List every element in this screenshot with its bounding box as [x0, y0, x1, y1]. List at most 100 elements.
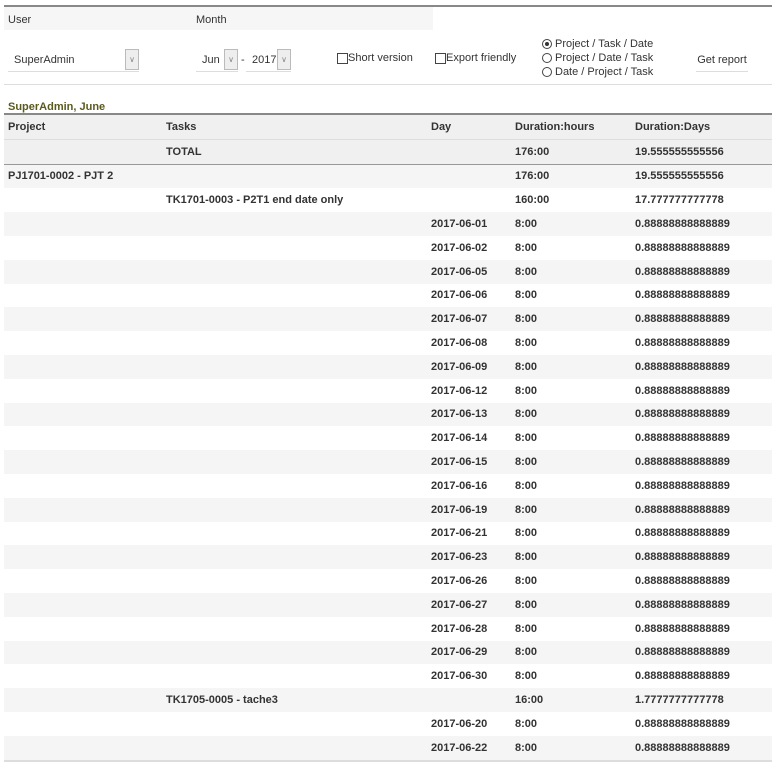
table-row: 2017-06-26 8:00 0.88888888888889 [4, 569, 772, 593]
total-label: TOTAL [162, 138, 427, 165]
short-version-label: Short version [348, 52, 413, 64]
radio-icon [542, 53, 552, 63]
cell-hours: 8:00 [511, 354, 631, 379]
radio-label: Project / Date / Task [555, 52, 654, 64]
cell-hours: 160:00 [515, 194, 550, 207]
cell-task [162, 402, 427, 427]
cell-hours: 8:00 [511, 450, 631, 474]
cell-hours: 176:00 [511, 164, 631, 189]
table-row: 2017-06-08 8:00 0.88888888888889 [4, 331, 772, 355]
short-version-checkbox[interactable]: Short version [337, 52, 413, 64]
radio-project-task-date[interactable]: Project / Task / Date [542, 37, 653, 51]
cell-task [162, 259, 427, 284]
cell-day: 2017-06-05 [427, 259, 511, 284]
cell-hours: 8:00 [511, 307, 631, 332]
cell-project [4, 640, 162, 665]
get-report-button[interactable]: Get report [696, 49, 748, 72]
table-row: 2017-06-20 8:00 0.88888888888889 [4, 712, 772, 736]
cell-task [162, 474, 427, 498]
cell-day: 2017-06-16 [431, 479, 488, 492]
cell-task [162, 640, 427, 665]
total-row: TOTAL 176:00 19.555555555556 [4, 138, 772, 165]
cell-task [162, 522, 427, 546]
table-row: 2017-06-16 8:00 0.88888888888889 [4, 474, 772, 498]
month-select[interactable]: Jun ∨ [196, 49, 238, 72]
cell-project [4, 545, 162, 570]
table-row: 2017-06-30 8:00 0.88888888888889 [4, 664, 772, 688]
radio-icon [542, 67, 552, 77]
radio-checked-icon [542, 39, 552, 49]
cell-task: TK1705-0005 - tache3 [162, 688, 427, 712]
cell-hours: 8:00 [515, 575, 538, 588]
cell-hours: 8:00 [515, 622, 538, 635]
cell-hours: 8:00 [515, 717, 538, 730]
cell-day: 2017-06-02 [431, 241, 488, 254]
cell-project [4, 474, 162, 498]
cell-day: 2017-06-13 [427, 402, 511, 427]
cell-project [4, 236, 162, 260]
cell-task [162, 284, 427, 308]
cell-days: 0.88888888888889 [635, 717, 730, 730]
table-row: 2017-06-21 8:00 0.88888888888889 [4, 522, 772, 546]
cell-hours: 8:00 [515, 670, 538, 683]
cell-task [162, 212, 427, 236]
cell-days: 0.88888888888889 [635, 241, 730, 254]
cell-project [4, 259, 162, 284]
table-row: 2017-06-14 8:00 0.88888888888889 [4, 426, 772, 450]
cell-task [162, 354, 427, 379]
cell-task: TK1701-0003 - P2T1 end date only [166, 194, 344, 207]
cell-hours: 16:00 [511, 688, 631, 712]
table-row: 2017-06-09 8:00 0.88888888888889 [4, 354, 772, 379]
chevron-down-icon: ∨ [277, 49, 291, 70]
cell-days: 0.88888888888889 [635, 337, 730, 350]
cell-day: 2017-06-14 [431, 432, 488, 445]
cell-day: 2017-06-08 [431, 337, 488, 350]
cell-day: 2017-06-28 [431, 622, 488, 635]
radio-project-date-task[interactable]: Project / Date / Task [542, 51, 653, 65]
table-row: 2017-06-27 8:00 0.88888888888889 [4, 592, 772, 617]
cell-task [162, 379, 427, 403]
export-friendly-checkbox[interactable]: Export friendly [435, 52, 516, 64]
cell-task [162, 236, 427, 260]
table-row: 2017-06-19 8:00 0.88888888888889 [4, 497, 772, 522]
col-hours: Duration:hours [511, 112, 631, 140]
date-separator: - [241, 54, 245, 66]
cell-hours: 8:00 [515, 337, 538, 350]
cell-task [162, 664, 427, 688]
cell-project [4, 450, 162, 474]
radio-date-project-task[interactable]: Date / Project / Task [542, 65, 653, 79]
cell-day: 2017-06-22 [427, 735, 511, 762]
report-filters: User Month SuperAdmin ∨ Jun ∨ - 2017 ∨ Shor… [4, 5, 772, 85]
cell-day: 2017-06-23 [427, 545, 511, 570]
cell-task [162, 331, 427, 355]
year-select-value: 2017 [252, 54, 277, 66]
cell-day [427, 188, 511, 212]
radio-label: Date / Project / Task [555, 66, 654, 78]
cell-project [4, 522, 162, 546]
chevron-down-icon: ∨ [125, 49, 139, 70]
cell-days: 0.88888888888889 [631, 592, 772, 617]
cell-project [4, 212, 162, 236]
total-days: 19.555555555556 [631, 138, 772, 165]
cell-task [162, 735, 427, 762]
table-row: TK1705-0005 - tache3 16:00 1.7777777777778 [4, 688, 772, 712]
cell-day: 2017-06-07 [427, 307, 511, 332]
cell-hours: 8:00 [515, 241, 538, 254]
cell-hours: 8:00 [511, 212, 631, 236]
cell-project [4, 735, 162, 762]
cell-project [4, 402, 162, 427]
table-row: 2017-06-15 8:00 0.88888888888889 [4, 450, 772, 474]
year-select[interactable]: 2017 ∨ [246, 49, 291, 72]
table-row: 2017-06-22 8:00 0.88888888888889 [4, 735, 772, 762]
col-days: Duration:Days [631, 112, 772, 140]
cell-project [4, 379, 162, 403]
cell-hours: 8:00 [515, 289, 538, 302]
cell-day: 2017-06-27 [427, 592, 511, 617]
cell-hours: 8:00 [511, 640, 631, 665]
cell-day: 2017-06-01 [427, 212, 511, 236]
cell-project [4, 188, 162, 212]
user-select[interactable]: SuperAdmin ∨ [8, 49, 139, 72]
table-header: Project Tasks Day Duration:hours Duratio… [4, 112, 772, 140]
cell-days: 0.88888888888889 [635, 527, 730, 540]
cell-project [4, 284, 162, 308]
